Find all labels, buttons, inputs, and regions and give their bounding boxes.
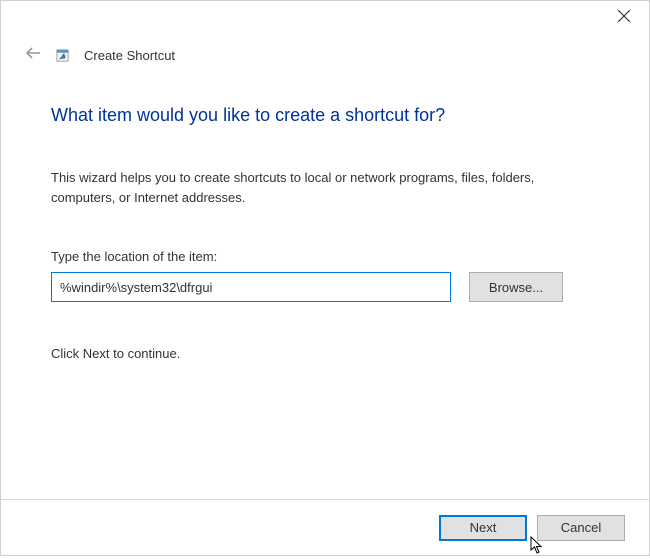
- shortcut-app-icon: [55, 48, 70, 63]
- wizard-title: Create Shortcut: [84, 48, 175, 63]
- close-icon[interactable]: [617, 9, 631, 28]
- wizard-window: Create Shortcut What item would you like…: [0, 0, 650, 556]
- location-label: Type the location of the item:: [51, 249, 599, 264]
- location-input[interactable]: [51, 272, 451, 302]
- header-row: Create Shortcut: [1, 41, 649, 69]
- page-heading: What item would you like to create a sho…: [51, 105, 599, 126]
- continue-text: Click Next to continue.: [51, 346, 599, 361]
- page-description: This wizard helps you to create shortcut…: [51, 168, 591, 207]
- footer-bar: Next Cancel: [1, 499, 649, 555]
- input-row: Browse...: [51, 272, 599, 302]
- content-area: What item would you like to create a sho…: [1, 69, 649, 499]
- cancel-button[interactable]: Cancel: [537, 515, 625, 541]
- next-button[interactable]: Next: [439, 515, 527, 541]
- titlebar: [1, 1, 649, 41]
- browse-button[interactable]: Browse...: [469, 272, 563, 302]
- back-arrow-icon[interactable]: [25, 46, 41, 65]
